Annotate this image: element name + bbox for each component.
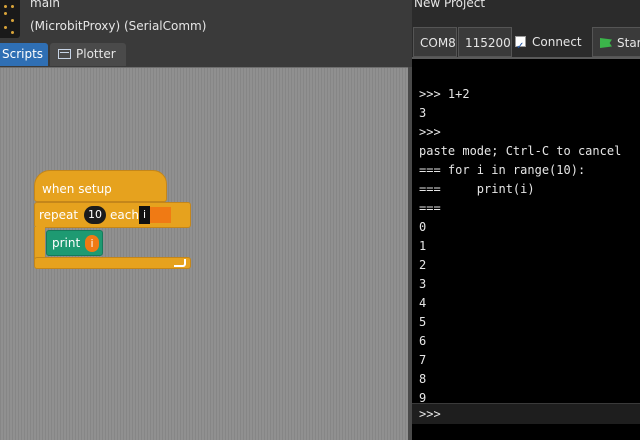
print-block[interactable]: print i (46, 230, 103, 256)
console-line: 0 (419, 220, 427, 234)
console-line: 2 (419, 258, 427, 272)
console-line: >>> (419, 125, 441, 139)
console-output[interactable]: >>> 1+2 3 >>> paste mode; Ctrl-C to cancel =… (412, 57, 640, 440)
tab-plotter[interactable]: Plotter (50, 43, 126, 66)
console-line: 3 (419, 106, 427, 120)
serial-toolbar: COM8 115200 Connect Start (412, 27, 640, 62)
start-button[interactable]: Start (592, 27, 640, 57)
loop-arrow-icon (174, 259, 186, 267)
console-line: === (419, 201, 441, 215)
project-title: New Project (414, 0, 486, 10)
console-line: 4 (419, 296, 427, 310)
repeat-count-input[interactable]: 10 (84, 206, 106, 224)
tab-bar: Scripts Plotter (0, 43, 412, 67)
sprite-libraries: (MicrobitProxy) (SerialComm) (30, 19, 207, 33)
console-line: paste mode; Ctrl-C to cancel (419, 144, 622, 158)
plotter-icon (58, 49, 71, 59)
console-line: 3 (419, 277, 427, 291)
baud-rate-select[interactable]: 115200 (458, 27, 512, 57)
microbit-thumbnail-icon[interactable] (0, 0, 20, 38)
start-label: Start (617, 36, 640, 50)
tab-scripts[interactable]: Scripts (0, 43, 48, 66)
port-select[interactable]: COM8 (413, 27, 457, 57)
each-label: each (110, 208, 139, 222)
repeat-block-bottom (34, 257, 191, 269)
console-line: 1 (419, 239, 427, 253)
repeat-each-block[interactable]: repeat 10 each i (34, 202, 191, 228)
repeat-label: repeat (39, 208, 79, 222)
repeat-block-arm (34, 227, 45, 259)
hat-block-label: when setup (42, 182, 112, 196)
tab-plotter-label: Plotter (76, 47, 116, 61)
console-line: >>> 1+2 (419, 87, 470, 101)
console-line: 5 (419, 315, 427, 329)
loop-variable-name[interactable]: i (139, 206, 150, 224)
when-setup-hat-block[interactable]: when setup (34, 170, 167, 202)
console-input[interactable]: >>> (412, 403, 640, 424)
sprite-header: main (MicrobitProxy) (SerialComm) (0, 0, 412, 42)
right-pane: New Project COM8 115200 Connect Start >>… (412, 0, 640, 440)
console-line: === for i in range(10): (419, 163, 586, 177)
connect-label: Connect (532, 35, 582, 49)
print-argument-variable[interactable]: i (85, 235, 99, 252)
console-line: 7 (419, 353, 427, 367)
left-pane: main (MicrobitProxy) (SerialComm) Script… (0, 0, 412, 440)
sprite-name: main (30, 0, 60, 10)
console-line: 8 (419, 372, 427, 386)
console-line: 6 (419, 334, 427, 348)
connect-checkbox[interactable] (515, 32, 526, 62)
console-lines: >>> 1+2 3 >>> paste mode; Ctrl-C to cancel =… (419, 85, 640, 408)
tab-scripts-label: Scripts (2, 47, 44, 61)
green-flag-icon (600, 38, 612, 48)
loop-variable-slot[interactable] (150, 207, 171, 223)
console-line: === print(i) (419, 182, 535, 196)
print-label: print (52, 236, 81, 250)
